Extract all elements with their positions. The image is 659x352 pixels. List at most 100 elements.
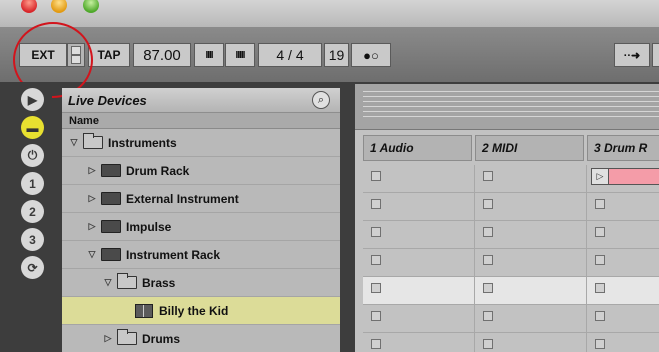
tempo-field[interactable]: 87.00 — [133, 43, 191, 67]
expand-arrow-icon[interactable]: ▷ — [86, 165, 98, 176]
places-2-icon[interactable]: 2 — [21, 200, 44, 223]
session-overview[interactable] — [355, 84, 659, 130]
track-header-3-drum-rack[interactable]: 3 Drum R — [587, 135, 659, 161]
live-devices-icon[interactable]: ▬ — [21, 116, 44, 139]
browser-row-impulse[interactable]: ▷ Impulse — [62, 213, 340, 241]
clip-slot[interactable] — [363, 165, 475, 193]
clip-launch-icon[interactable]: ▷ — [592, 169, 609, 184]
midi-clip[interactable]: ▷ — [591, 168, 659, 185]
device-preset-icon — [135, 303, 153, 318]
track-header-2-midi[interactable]: 2 MIDI — [475, 135, 584, 161]
time-signature-field[interactable]: 4 / 4 — [258, 43, 322, 67]
browser-row-drums[interactable]: ▷ Drums — [62, 325, 340, 352]
clip-slot[interactable] — [363, 305, 475, 333]
clip-slot[interactable] — [475, 277, 587, 305]
clip-slot[interactable] — [363, 249, 475, 277]
clip-stop-icon[interactable] — [483, 339, 493, 349]
plugin-icon[interactable]: ⏻ — [21, 144, 44, 167]
follow-button[interactable]: ··➜ — [614, 43, 650, 67]
close-window-button[interactable] — [21, 0, 37, 13]
expand-arrow-icon[interactable]: ▽ — [86, 249, 98, 260]
clip-slot[interactable] — [475, 165, 587, 193]
clip-slot[interactable] — [587, 333, 659, 352]
places-3-icon[interactable]: 3 — [21, 228, 44, 251]
clip-slot[interactable]: ▷ — [587, 165, 659, 193]
name-column-header[interactable]: Name — [62, 113, 340, 129]
expand-arrow-icon[interactable]: ▽ — [102, 277, 114, 288]
places-1-icon[interactable]: 1 — [21, 172, 44, 195]
clip-stop-icon[interactable] — [371, 339, 381, 349]
clip-stop-icon[interactable] — [595, 227, 605, 237]
clip-stop-icon[interactable] — [595, 339, 605, 349]
folder-open-icon — [117, 273, 137, 289]
clip-slot[interactable] — [363, 193, 475, 221]
clip-stop-icon[interactable] — [371, 283, 381, 293]
clip-stop-icon[interactable] — [371, 227, 381, 237]
browser-row-drum-rack[interactable]: ▷ Drum Rack — [62, 157, 340, 185]
browser-row-billy-the-kid[interactable]: Billy the Kid — [62, 297, 340, 325]
folder-open-icon — [117, 329, 137, 345]
browser-row-instruments[interactable]: ▽ Instruments — [62, 129, 340, 157]
folder-icon — [101, 192, 121, 205]
clip-stop-icon[interactable] — [371, 255, 381, 265]
clip-slot[interactable] — [475, 305, 587, 333]
clip-stop-icon[interactable] — [483, 199, 493, 209]
clip-stop-icon[interactable] — [483, 311, 493, 321]
clip-stop-icon[interactable] — [483, 255, 493, 265]
clip-slot[interactable] — [475, 249, 587, 277]
browser-row-label: Drums — [142, 331, 181, 346]
device-browser: Live Devices ⌕ Name ▽ Instruments ▷ Drum… — [62, 88, 340, 352]
clip-stop-icon[interactable] — [595, 199, 605, 209]
refresh-icon[interactable]: ⟳ — [21, 256, 44, 279]
browser-row-brass[interactable]: ▽ Brass — [62, 269, 340, 297]
clip-slot[interactable] — [363, 333, 475, 352]
ext-sync-button[interactable]: EXT — [19, 43, 67, 67]
clip-stop-icon[interactable] — [371, 311, 381, 321]
clip-slot[interactable] — [363, 277, 475, 305]
track-header-1-audio[interactable]: 1 Audio — [363, 135, 472, 161]
clip-slot[interactable] — [475, 221, 587, 249]
nudge-down-button[interactable]: IIII — [194, 43, 224, 67]
bar-count-field[interactable]: 19 — [324, 43, 349, 67]
clip-slot[interactable] — [587, 305, 659, 333]
clip-slot[interactable] — [587, 249, 659, 277]
clip-slot[interactable] — [363, 221, 475, 249]
nudge-up-button[interactable]: IIIII — [225, 43, 255, 67]
clip-stop-icon[interactable] — [371, 199, 381, 209]
minimize-window-button[interactable] — [51, 0, 67, 13]
clip-stop-icon[interactable] — [371, 171, 381, 181]
zoom-window-button[interactable] — [83, 0, 99, 13]
clip-stop-icon[interactable] — [483, 171, 493, 181]
browser-row-label: External Instrument — [126, 191, 239, 206]
tap-tempo-button[interactable]: TAP — [88, 43, 130, 67]
ext-sync-switch[interactable] — [67, 43, 85, 67]
play-icon[interactable]: ▶ — [21, 88, 44, 111]
session-view: 1 Audio 2 MIDI 3 Drum R ▷ — [355, 84, 659, 352]
title-bar — [0, 0, 659, 28]
clip-stop-icon[interactable] — [483, 227, 493, 237]
search-icon[interactable]: ⌕ — [312, 91, 330, 109]
clip-grid: 1 Audio 2 MIDI 3 Drum R ▷ — [355, 135, 659, 352]
clip-stop-icon[interactable] — [595, 311, 605, 321]
metronome-toggle[interactable]: ●○ — [351, 43, 391, 67]
browser-row-label: Billy the Kid — [159, 303, 229, 318]
toolbar-overflow — [652, 43, 659, 67]
clip-slot[interactable] — [587, 193, 659, 221]
expand-arrow-icon[interactable]: ▷ — [86, 221, 98, 232]
expand-arrow-icon[interactable]: ▷ — [86, 193, 98, 204]
clip-slot[interactable] — [587, 221, 659, 249]
browser-row-instrument-rack[interactable]: ▽ Instrument Rack — [62, 241, 340, 269]
expand-arrow-icon[interactable]: ▽ — [68, 137, 80, 148]
clip-stop-icon[interactable] — [483, 283, 493, 293]
browser-row-external-instrument[interactable]: ▷ External Instrument — [62, 185, 340, 213]
browser-selector-strip: ▶ ▬ ⏻ 1 2 3 ⟳ — [0, 82, 52, 352]
clip-slot[interactable] — [475, 333, 587, 352]
browser-row-label: Drum Rack — [126, 163, 190, 178]
clip-slot[interactable] — [587, 277, 659, 305]
clip-slot[interactable] — [475, 193, 587, 221]
folder-icon — [101, 248, 121, 261]
expand-arrow-icon[interactable]: ▷ — [102, 333, 114, 344]
clip-stop-icon[interactable] — [595, 283, 605, 293]
clip-stop-icon[interactable] — [595, 255, 605, 265]
browser-header: Live Devices ⌕ — [62, 88, 340, 113]
